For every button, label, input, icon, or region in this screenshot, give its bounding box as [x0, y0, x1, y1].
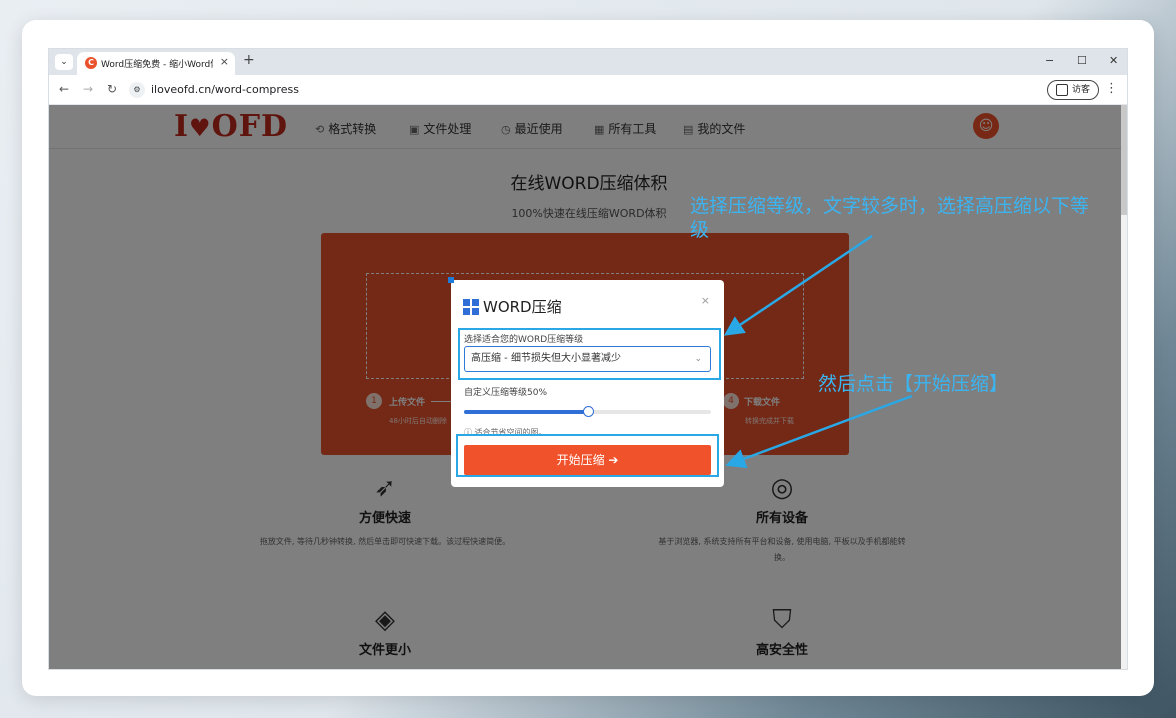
back-icon[interactable]: ← — [59, 82, 69, 96]
url-bar[interactable]: iloveofd.cn/word-compress — [151, 83, 299, 96]
selection-handle — [448, 277, 454, 283]
slider-fill — [464, 410, 588, 414]
more-menu-icon[interactable]: ⋮ — [1105, 81, 1118, 96]
button-highlight-box — [456, 434, 719, 477]
browser-tab[interactable]: C Word压缩免费 - 缩小Word体积 × — [77, 52, 235, 75]
site-favicon-icon: C — [85, 57, 97, 69]
tab-search-chevron-icon[interactable]: ⌄ — [55, 54, 73, 70]
minimize-icon[interactable]: − — [1045, 54, 1054, 67]
dialog-title-text: WORD压缩 — [483, 298, 562, 316]
guest-profile-button[interactable]: 访客 — [1047, 80, 1099, 100]
tab-strip: ⌄ C Word压缩免费 - 缩小Word体积 × + − ☐ ✕ — [49, 49, 1127, 75]
custom-level-slider[interactable] — [464, 406, 711, 417]
window-close-icon[interactable]: ✕ — [1109, 54, 1118, 67]
address-toolbar: ← → ↻ ⚙ iloveofd.cn/word-compress 访客 ⋮ — [49, 75, 1127, 105]
grid-apps-icon — [463, 298, 479, 315]
annotation-button-hint: 然后点击【开始压缩】 — [818, 373, 1009, 395]
custom-level-label: 自定义压缩等级50% — [464, 388, 548, 398]
guest-label: 访客 — [1072, 85, 1091, 95]
dialog-title: WORD压缩 — [463, 296, 562, 317]
reload-icon[interactable]: ↻ — [107, 82, 117, 96]
slider-handle[interactable] — [582, 406, 594, 417]
tab-close-icon[interactable]: × — [220, 55, 229, 68]
tab-title: Word压缩免费 - 缩小Word体积 — [101, 60, 213, 70]
annotation-select-hint: 选择压缩等级，文字较多时，选择高压缩以下等级 — [690, 195, 1090, 241]
dialog-close-icon[interactable]: × — [701, 294, 710, 307]
scrollbar-thumb[interactable] — [1121, 105, 1127, 215]
new-tab-icon[interactable]: + — [243, 52, 255, 68]
forward-icon[interactable]: → — [83, 82, 93, 96]
profile-icon — [1056, 84, 1068, 96]
site-info-icon[interactable]: ⚙ — [129, 82, 145, 98]
select-highlight-box — [458, 328, 721, 380]
maximize-icon[interactable]: ☐ — [1077, 54, 1087, 67]
